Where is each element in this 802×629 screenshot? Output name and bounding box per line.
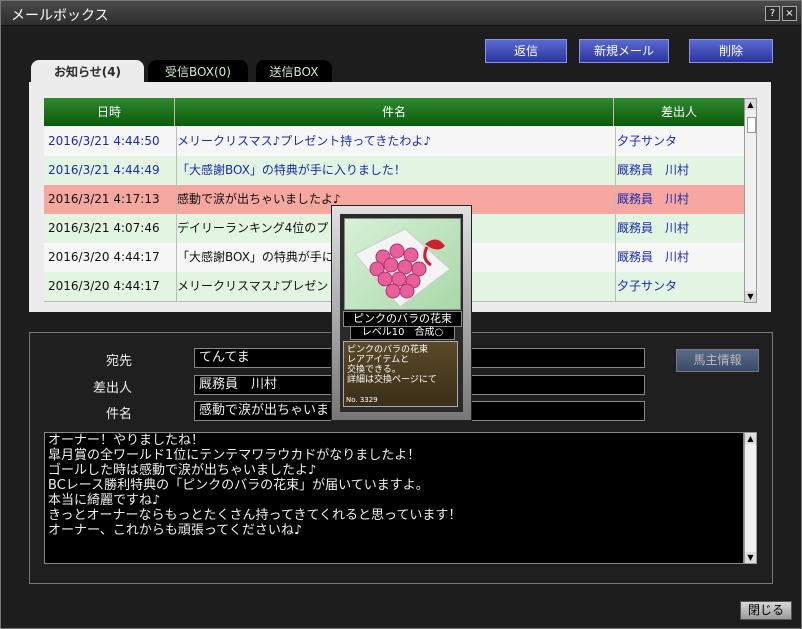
tab-inbox[interactable]: 受信BOX(0) <box>148 60 248 82</box>
subject-label: 件名 <box>105 407 132 422</box>
row-subject: 「大感謝BOX」の特典が手に入りました！ <box>174 156 616 185</box>
row-date: 2016/3/21 4:44:50 <box>44 127 177 156</box>
scroll-up-icon[interactable]: ▲ <box>745 433 756 444</box>
reply-button[interactable]: 返信 <box>485 39 567 63</box>
tab-outbox[interactable]: 送信BOX <box>256 60 332 82</box>
scroll-down-icon[interactable]: ▼ <box>745 291 756 302</box>
row-subject: メリークリスマス♪プレゼント持ってきたわよ♪ <box>174 127 616 156</box>
rose-bouquet-image <box>344 218 461 310</box>
card-item-number: No. 3329 <box>346 396 378 404</box>
window-title: メールボックス <box>11 8 109 24</box>
help-button[interactable]: ? <box>765 6 780 21</box>
close-button[interactable]: 閉じる <box>740 601 792 620</box>
table-row[interactable]: 2016/3/21 4:44:49 「大感謝BOX」の特典が手に入りました！ 厩務員… <box>44 156 745 186</box>
row-date: 2016/3/21 4:17:13 <box>44 185 177 214</box>
from-label: 差出人 <box>92 381 132 396</box>
message-scrollbar[interactable]: ▲ ▼ <box>744 432 757 564</box>
delete-button[interactable]: 削除 <box>689 39 773 63</box>
title-bar: メールボックス ? × <box>1 1 801 26</box>
header-subject[interactable]: 件名 <box>175 98 614 126</box>
table-row[interactable]: 2016/3/21 4:44:50 メリークリスマス♪プレゼント持ってきたわよ♪ 夕… <box>44 127 745 157</box>
card-item-name: ピンクのバラの花束 <box>343 311 462 327</box>
row-date: 2016/3/21 4:44:49 <box>44 156 177 185</box>
row-sender: 夕子サンタ <box>614 272 745 301</box>
row-sender: 厩務員 川村 <box>614 243 745 272</box>
row-sender: 厩務員 川村 <box>614 156 745 185</box>
table-header: 日時 件名 差出人 <box>44 98 744 126</box>
new-mail-button[interactable]: 新規メール <box>579 39 669 63</box>
tab-notices[interactable]: お知らせ(4) <box>31 60 144 82</box>
row-date: 2016/3/20 4:44:17 <box>44 243 177 272</box>
row-date: 2016/3/21 4:07:46 <box>44 214 177 243</box>
list-scrollbar[interactable]: ▲ ▼ <box>744 98 757 303</box>
row-sender: 夕子サンタ <box>614 127 745 156</box>
header-sender[interactable]: 差出人 <box>614 98 744 126</box>
card-item-level: レベル10 合成○ <box>350 326 455 340</box>
item-card: ピンクのバラの花束 レベル10 合成○ ピンクのバラの花束 レアアイテムと 交換… <box>331 205 472 421</box>
scroll-up-icon[interactable]: ▲ <box>745 99 756 110</box>
to-label: 宛先 <box>105 354 132 369</box>
row-date: 2016/3/20 4:44:17 <box>44 272 177 301</box>
row-sender: 厩務員 川村 <box>614 214 745 243</box>
close-window-button[interactable]: × <box>782 6 797 21</box>
scroll-thumb[interactable] <box>747 117 756 133</box>
header-date[interactable]: 日時 <box>44 98 175 126</box>
message-body: オーナー！やりましたね！ 皐月賞の全ワールド1位にテンテマワラウカドがなりました… <box>44 432 744 564</box>
scroll-down-icon[interactable]: ▼ <box>745 552 756 563</box>
owner-info-button[interactable]: 馬主情報 <box>676 349 759 372</box>
row-sender: 厩務員 川村 <box>614 185 745 214</box>
